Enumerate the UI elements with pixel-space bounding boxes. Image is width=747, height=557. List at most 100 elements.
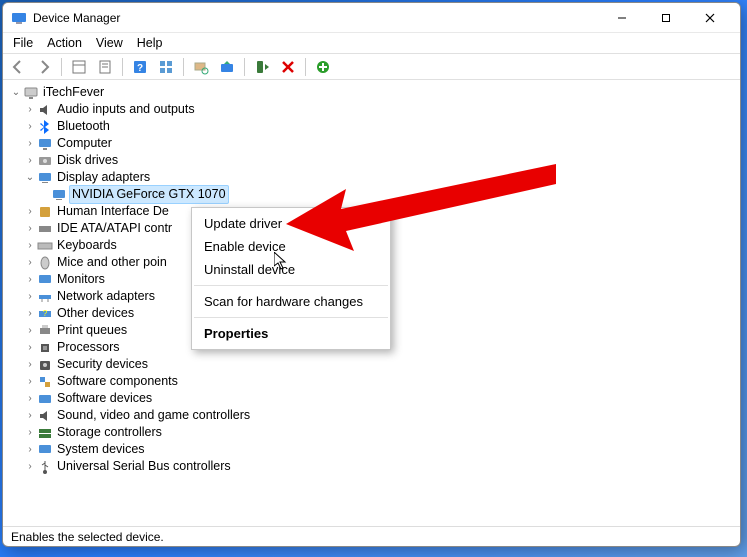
menu-action[interactable]: Action bbox=[47, 36, 82, 50]
context-menu-separator bbox=[194, 285, 388, 286]
ctx-scan-hardware[interactable]: Scan for hardware changes bbox=[192, 290, 390, 313]
chevron-right-icon[interactable]: › bbox=[23, 424, 37, 441]
uninstall-toolbar-button[interactable] bbox=[277, 56, 299, 78]
chevron-right-icon[interactable]: › bbox=[23, 322, 37, 339]
tree-item-label: IDE ATA/ATAPI contr bbox=[57, 220, 172, 237]
tree-item[interactable]: ›Security devices bbox=[5, 356, 738, 373]
chevron-right-icon[interactable]: › bbox=[23, 101, 37, 118]
hid-icon bbox=[37, 204, 53, 220]
tree-item-label: Universal Serial Bus controllers bbox=[57, 458, 231, 475]
tree-item[interactable]: › Computer bbox=[5, 135, 738, 152]
tree-item-label: Human Interface De bbox=[57, 203, 169, 220]
menu-view[interactable]: View bbox=[96, 36, 123, 50]
add-hardware-button[interactable] bbox=[312, 56, 334, 78]
tree-item[interactable]: ›Audio inputs and outputs bbox=[5, 101, 738, 118]
update-driver-toolbar-button[interactable] bbox=[216, 56, 238, 78]
system-icon bbox=[37, 442, 53, 458]
show-hide-tree-button[interactable] bbox=[68, 56, 90, 78]
toolbar-separator bbox=[61, 58, 62, 76]
menu-file[interactable]: File bbox=[13, 36, 33, 50]
tree-item[interactable]: ›Storage controllers bbox=[5, 424, 738, 441]
scan-hardware-button[interactable] bbox=[190, 56, 212, 78]
chevron-right-icon[interactable]: › bbox=[23, 339, 37, 356]
tree-item[interactable]: › Bluetooth bbox=[5, 118, 738, 135]
storage-icon bbox=[37, 425, 53, 441]
chevron-down-icon[interactable]: ⌄ bbox=[23, 169, 37, 186]
chevron-right-icon[interactable]: › bbox=[23, 135, 37, 152]
chevron-right-icon[interactable]: › bbox=[23, 237, 37, 254]
computer-icon bbox=[37, 136, 53, 152]
keyboard-icon bbox=[37, 238, 53, 254]
printer-icon bbox=[37, 323, 53, 339]
toolbar-separator bbox=[244, 58, 245, 76]
tree-item[interactable]: ›Software components bbox=[5, 373, 738, 390]
menu-help[interactable]: Help bbox=[137, 36, 163, 50]
chevron-right-icon[interactable]: › bbox=[23, 441, 37, 458]
tree-item-label: Software devices bbox=[57, 390, 152, 407]
tree-item-label: Computer bbox=[57, 135, 112, 152]
tree-root-label: iTechFever bbox=[43, 84, 104, 101]
cpu-icon bbox=[37, 340, 53, 356]
forward-button[interactable] bbox=[33, 56, 55, 78]
chevron-right-icon[interactable]: › bbox=[23, 390, 37, 407]
minimize-button[interactable] bbox=[600, 4, 644, 32]
toolbar-separator bbox=[183, 58, 184, 76]
tiles-button[interactable] bbox=[155, 56, 177, 78]
chevron-right-icon[interactable]: › bbox=[23, 407, 37, 424]
tree-item[interactable]: › Universal Serial Bus controllers bbox=[5, 458, 738, 475]
other-icon: ? bbox=[37, 306, 53, 322]
chevron-right-icon[interactable]: › bbox=[23, 288, 37, 305]
display-icon bbox=[37, 170, 53, 186]
maximize-button[interactable] bbox=[644, 4, 688, 32]
menu-bar: File Action View Help bbox=[3, 33, 740, 54]
tree-item-label: Sound, video and game controllers bbox=[57, 407, 250, 424]
tree-item-label: Bluetooth bbox=[57, 118, 110, 135]
close-button[interactable] bbox=[688, 4, 732, 32]
tree-item-label: Disk drives bbox=[57, 152, 118, 169]
computer-icon bbox=[23, 85, 39, 101]
usb-icon bbox=[37, 459, 53, 475]
tree-item[interactable]: › Software devices bbox=[5, 390, 738, 407]
tree-item-label: Print queues bbox=[57, 322, 127, 339]
svg-text:?: ? bbox=[43, 309, 48, 318]
chevron-right-icon[interactable]: › bbox=[23, 305, 37, 322]
chevron-right-icon[interactable]: › bbox=[23, 373, 37, 390]
ctx-properties[interactable]: Properties bbox=[192, 322, 390, 345]
properties-toolbar-button[interactable] bbox=[94, 56, 116, 78]
context-menu-separator bbox=[194, 317, 388, 318]
chevron-right-icon[interactable]: › bbox=[23, 356, 37, 373]
tree-item[interactable]: ›System devices bbox=[5, 441, 738, 458]
toolbar-separator bbox=[305, 58, 306, 76]
chevron-right-icon[interactable]: › bbox=[23, 271, 37, 288]
enable-toolbar-button[interactable] bbox=[251, 56, 273, 78]
ctx-uninstall-device[interactable]: Uninstall device bbox=[192, 258, 390, 281]
chevron-right-icon[interactable]: › bbox=[23, 220, 37, 237]
tree-item-label: NVIDIA GeForce GTX 1070 bbox=[69, 185, 229, 204]
back-button[interactable] bbox=[7, 56, 29, 78]
tree-item-display-adapters[interactable]: ⌄ Display adapters bbox=[5, 169, 738, 186]
tree-item[interactable]: › Disk drives bbox=[5, 152, 738, 169]
tree-root-row[interactable]: ⌄ iTechFever bbox=[5, 84, 738, 101]
tree-item-label: Mice and other poin bbox=[57, 254, 167, 271]
svg-text:?: ? bbox=[137, 63, 143, 74]
chevron-down-icon[interactable]: ⌄ bbox=[9, 84, 23, 101]
toolbar: ? bbox=[3, 54, 740, 80]
chevron-right-icon[interactable]: › bbox=[23, 203, 37, 220]
ctx-enable-device[interactable]: Enable device bbox=[192, 235, 390, 258]
tree-item-label: Other devices bbox=[57, 305, 134, 322]
chevron-right-icon[interactable]: › bbox=[23, 254, 37, 271]
toolbar-separator bbox=[122, 58, 123, 76]
chevron-right-icon[interactable]: › bbox=[23, 458, 37, 475]
chevron-right-icon[interactable]: › bbox=[23, 152, 37, 169]
chevron-right-icon[interactable]: › bbox=[23, 118, 37, 135]
help-toolbar-button[interactable]: ? bbox=[129, 56, 151, 78]
security-icon bbox=[37, 357, 53, 373]
app-icon bbox=[11, 10, 27, 26]
window-title: Device Manager bbox=[33, 11, 600, 25]
tree-item-gpu-selected[interactable]: NVIDIA GeForce GTX 1070 bbox=[5, 186, 738, 203]
ide-icon bbox=[37, 221, 53, 237]
tree-item[interactable]: › Sound, video and game controllers bbox=[5, 407, 738, 424]
tree-item-label: Display adapters bbox=[57, 169, 150, 186]
title-bar[interactable]: Device Manager bbox=[3, 3, 740, 33]
ctx-update-driver[interactable]: Update driver bbox=[192, 212, 390, 235]
